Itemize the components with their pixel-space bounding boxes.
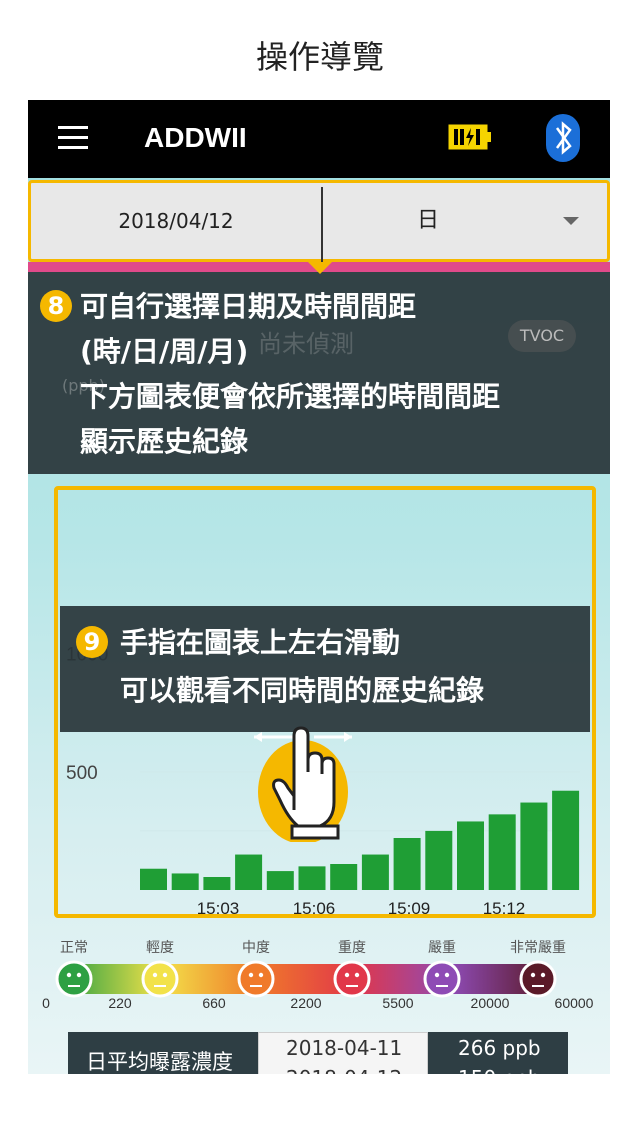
table-header-label: 日平均曝露濃度 — [86, 1050, 233, 1074]
level-face-icon — [519, 960, 557, 998]
threshold-label: 220 — [108, 995, 132, 1011]
face-eye-icon — [434, 972, 440, 978]
swipe-hand-icon — [254, 726, 352, 842]
face-eye-icon — [344, 972, 350, 978]
threshold-label: 0 — [42, 995, 50, 1011]
phone-screen: ADDWII 2018/04/12 日 尚未偵測 TVOC (ppb) 8 可自… — [28, 100, 610, 1074]
menu-icon[interactable] — [58, 126, 88, 150]
face-eye-icon — [248, 972, 254, 978]
app-bar: ADDWII — [28, 100, 610, 178]
table-value-2: 150 ppb — [458, 1066, 541, 1074]
period-dropdown[interactable]: 日 — [323, 183, 533, 259]
level-label: 中度 — [242, 940, 270, 956]
step9-line1: 手指在圖表上左右滑動 — [120, 626, 401, 659]
level-label: 重度 — [338, 940, 366, 956]
level-label: 非常嚴重 — [510, 940, 566, 956]
level-face-icon — [237, 960, 275, 998]
step8-line4: 顯示歷史紀錄 — [80, 425, 249, 458]
step8-line3: 下方圖表便會依所選擇的時間間距 — [80, 380, 501, 413]
threshold-label: 5500 — [382, 995, 413, 1011]
exposure-table: 日平均曝露濃度 2018-04-11 2018-04-12 266 ppb 15… — [68, 1032, 568, 1074]
level-label: 正常 — [60, 940, 88, 956]
tvoc-badge: TVOC — [508, 320, 576, 352]
bluetooth-icon[interactable] — [544, 112, 582, 164]
guide-overlay-step8: 尚未偵測 TVOC (ppb) 8 可自行選擇日期及時間間距 (時/日/周/月)… — [28, 272, 610, 474]
threshold-label: 60000 — [555, 995, 594, 1011]
step8-line2: (時/日/周/月) — [80, 335, 249, 368]
face-eye-icon — [540, 972, 546, 978]
step9-line2: 可以觀看不同時間的歷史紀錄 — [120, 674, 485, 707]
face-eye-icon — [354, 972, 360, 978]
face-eye-icon — [152, 972, 158, 978]
face-eye-icon — [162, 972, 168, 978]
level-face-icon — [55, 960, 93, 998]
level-face-icon — [141, 960, 179, 998]
face-eye-icon — [444, 972, 450, 978]
chevron-down-icon[interactable] — [563, 217, 579, 225]
table-date-1: 2018-04-11 — [286, 1036, 403, 1060]
guide-pointer — [308, 262, 332, 274]
detect-status: 尚未偵測 — [258, 330, 354, 358]
face-eye-icon — [258, 972, 264, 978]
guide-overlay-step9: 9 手指在圖表上左右滑動 可以觀看不同時間的歷史紀錄 — [60, 606, 590, 732]
step-9-badge: 9 — [76, 626, 108, 658]
level-label: 輕度 — [146, 940, 174, 956]
face-eye-icon — [530, 972, 536, 978]
battery-charging-icon — [448, 124, 491, 150]
threshold-label: 20000 — [471, 995, 510, 1011]
date-period-selector: 2018/04/12 日 — [28, 180, 610, 265]
app-title: ADDWII — [144, 122, 247, 153]
level-gradient-band — [64, 964, 548, 994]
date-picker[interactable]: 2018/04/12 — [31, 183, 321, 259]
level-label: 嚴重 — [428, 940, 456, 956]
threshold-label: 2200 — [290, 995, 321, 1011]
table-date-2: 2018-04-12 — [286, 1066, 402, 1074]
guide-title: 操作導覽 — [255, 38, 384, 76]
level-face-icon — [423, 960, 461, 998]
table-value-1: 266 ppb — [458, 1036, 541, 1060]
step-8-badge: 8 — [40, 290, 72, 322]
level-face-icon — [333, 960, 371, 998]
face-eye-icon — [76, 972, 82, 978]
face-eye-icon — [66, 972, 72, 978]
threshold-label: 660 — [202, 995, 226, 1011]
tvoc-level-scale: 正常 輕度 中度 重度 嚴重 非常嚴重 0 220 660 2200 5500 20000 60000 — [42, 940, 594, 1011]
step8-line1: 可自行選擇日期及時間間距 — [80, 290, 417, 323]
